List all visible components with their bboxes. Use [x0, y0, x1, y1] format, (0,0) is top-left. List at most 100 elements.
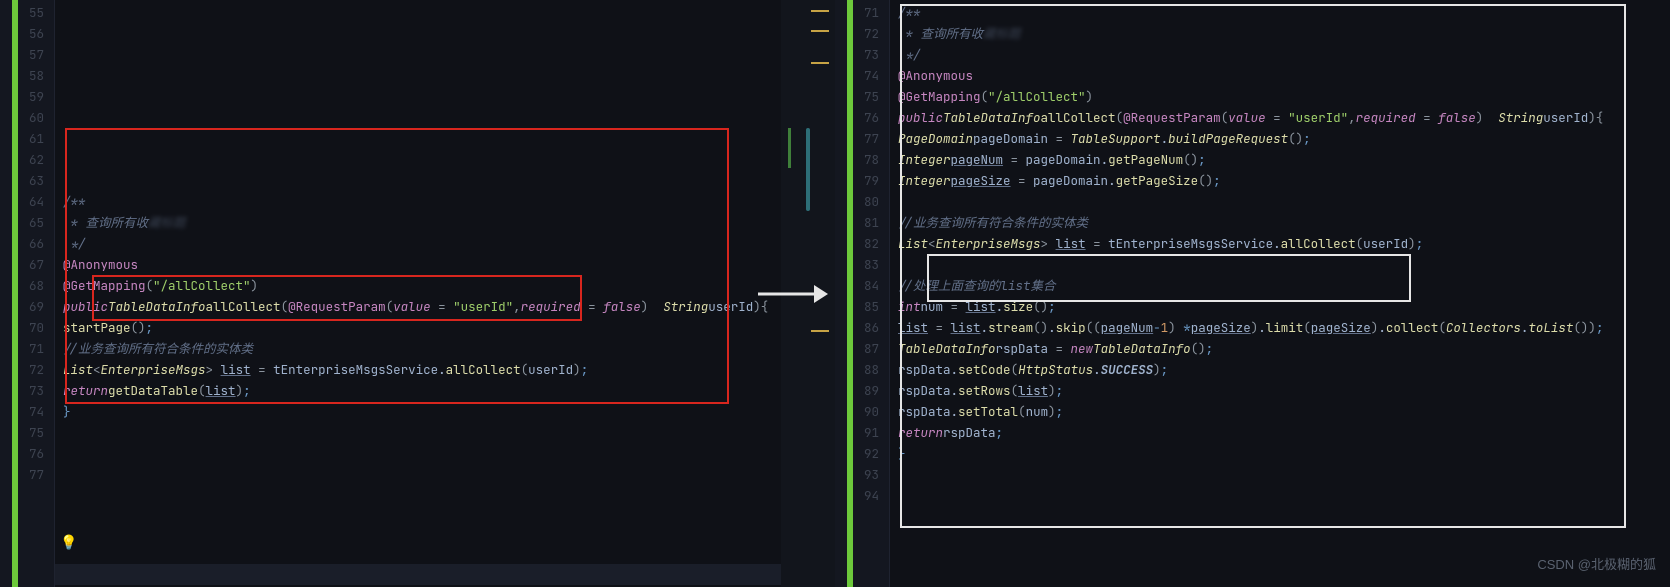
code-line[interactable]	[63, 170, 835, 191]
line-number: 89	[835, 380, 879, 401]
right-editor-panel: 7172737475767778798081828384858687888990…	[835, 0, 1670, 587]
code-line[interactable]	[898, 485, 1670, 506]
code-line[interactable]: //处理上面查询的list集合	[898, 275, 1670, 296]
line-number: 73	[835, 44, 879, 65]
code-line[interactable]: int num = list.size();	[898, 296, 1670, 317]
line-number: 73	[0, 380, 44, 401]
line-number: 59	[0, 86, 44, 107]
code-line[interactable]	[63, 506, 835, 527]
code-line[interactable]: rspData.setTotal(num);	[898, 401, 1670, 422]
vcs-change-stripe	[12, 0, 18, 587]
line-number: 87	[835, 338, 879, 359]
code-line[interactable]	[898, 254, 1670, 275]
line-number: 81	[835, 212, 879, 233]
line-number: 94	[835, 485, 879, 506]
line-number: 68	[0, 275, 44, 296]
line-number: 62	[0, 149, 44, 170]
code-line[interactable]	[898, 191, 1670, 212]
code-line[interactable]: /**	[63, 191, 835, 212]
line-number: 61	[0, 128, 44, 149]
code-line[interactable]	[63, 107, 835, 128]
line-number: 58	[0, 65, 44, 86]
line-number: 70	[0, 317, 44, 338]
line-number: 65	[0, 212, 44, 233]
code-line[interactable]: list = list.stream().skip((pageNum - 1) …	[898, 317, 1670, 338]
code-line[interactable]	[63, 422, 835, 443]
code-line[interactable]: //业务查询所有符合条件的实体类	[63, 338, 835, 359]
line-number: 72	[0, 359, 44, 380]
code-line[interactable]: rspData.setCode(HttpStatus.SUCCESS);	[898, 359, 1670, 380]
code-line[interactable]	[63, 527, 835, 548]
left-editor-panel: 5556575859606162636465666768697071727374…	[0, 0, 835, 587]
code-line[interactable]	[63, 464, 835, 485]
code-line[interactable]: rspData.setRows(list);	[898, 380, 1670, 401]
code-line[interactable]	[63, 149, 835, 170]
line-number: 78	[835, 149, 879, 170]
code-line[interactable]: return rspData;	[898, 422, 1670, 443]
code-line[interactable]	[63, 86, 835, 107]
code-line[interactable]: */	[898, 44, 1670, 65]
line-number: 74	[835, 65, 879, 86]
line-number: 83	[835, 254, 879, 275]
code-line[interactable]: @Anonymous	[63, 254, 835, 275]
code-line[interactable]: TableDataInfo rspData = new TableDataInf…	[898, 338, 1670, 359]
line-number: 85	[835, 296, 879, 317]
line-number: 92	[835, 443, 879, 464]
code-line[interactable]: }	[898, 443, 1670, 464]
line-number: 57	[0, 44, 44, 65]
line-number: 55	[0, 2, 44, 23]
code-line[interactable]: @GetMapping("/allCollect")	[898, 86, 1670, 107]
line-number: 84	[835, 275, 879, 296]
line-number: 90	[835, 401, 879, 422]
line-number: 86	[835, 317, 879, 338]
code-line[interactable]: startPage();	[63, 317, 835, 338]
line-number: 71	[0, 338, 44, 359]
code-line[interactable]	[63, 128, 835, 149]
code-line[interactable]: //业务查询所有符合条件的实体类	[898, 212, 1670, 233]
right-code-area[interactable]: /** * 查询所有收藏标题 */ @Anonymous @GetMapping…	[890, 0, 1670, 587]
code-line[interactable]: * 查询所有收藏标题	[63, 212, 835, 233]
code-line[interactable]: public TableDataInfo allCollect(@Request…	[898, 107, 1670, 128]
code-line[interactable]: /**	[898, 2, 1670, 23]
line-number: 79	[835, 170, 879, 191]
code-line[interactable]: }	[63, 401, 835, 422]
code-line[interactable]: Integer pageNum = pageDomain.getPageNum(…	[898, 149, 1670, 170]
code-line[interactable]: @GetMapping("/allCollect")	[63, 275, 835, 296]
intention-bulb-icon[interactable]: 💡	[60, 534, 77, 552]
line-number: 76	[0, 443, 44, 464]
line-number: 66	[0, 233, 44, 254]
left-code-area[interactable]: /** * 查询所有收藏标题 */ @Anonymous @GetMapping…	[55, 0, 835, 587]
line-number: 82	[835, 233, 879, 254]
right-gutter: 7172737475767778798081828384858687888990…	[835, 0, 890, 587]
code-line[interactable]: PageDomain pageDomain = TableSupport.bui…	[898, 128, 1670, 149]
line-number: 74	[0, 401, 44, 422]
left-gutter: 5556575859606162636465666768697071727374…	[0, 0, 55, 587]
arrow-icon	[758, 279, 828, 309]
code-line[interactable]: * 查询所有收藏标题	[898, 23, 1670, 44]
code-line[interactable]	[898, 464, 1670, 485]
line-number: 71	[835, 2, 879, 23]
code-line[interactable]	[63, 485, 835, 506]
code-line[interactable]	[63, 65, 835, 86]
line-number: 67	[0, 254, 44, 275]
code-line[interactable]: Integer pageSize = pageDomain.getPageSiz…	[898, 170, 1670, 191]
line-number: 76	[835, 107, 879, 128]
current-line-highlight	[55, 564, 835, 585]
watermark: CSDN @北极糊的狐	[1537, 554, 1656, 573]
code-line[interactable]: */	[63, 233, 835, 254]
code-line[interactable]: return getDataTable(list);	[63, 380, 835, 401]
line-number: 63	[0, 170, 44, 191]
code-line[interactable]: public TableDataInfo allCollect(@Request…	[63, 296, 835, 317]
line-number: 80	[835, 191, 879, 212]
vcs-change-stripe	[847, 0, 853, 587]
code-line[interactable]: @Anonymous	[898, 65, 1670, 86]
line-number: 91	[835, 422, 879, 443]
code-line[interactable]	[63, 443, 835, 464]
line-number: 69	[0, 296, 44, 317]
line-number: 60	[0, 107, 44, 128]
line-number: 72	[835, 23, 879, 44]
line-number: 77	[835, 128, 879, 149]
code-line[interactable]: List<EnterpriseMsgs> list = tEnterpriseM…	[63, 359, 835, 380]
line-number: 64	[0, 191, 44, 212]
code-line[interactable]: List<EnterpriseMsgs> list = tEnterpriseM…	[898, 233, 1670, 254]
